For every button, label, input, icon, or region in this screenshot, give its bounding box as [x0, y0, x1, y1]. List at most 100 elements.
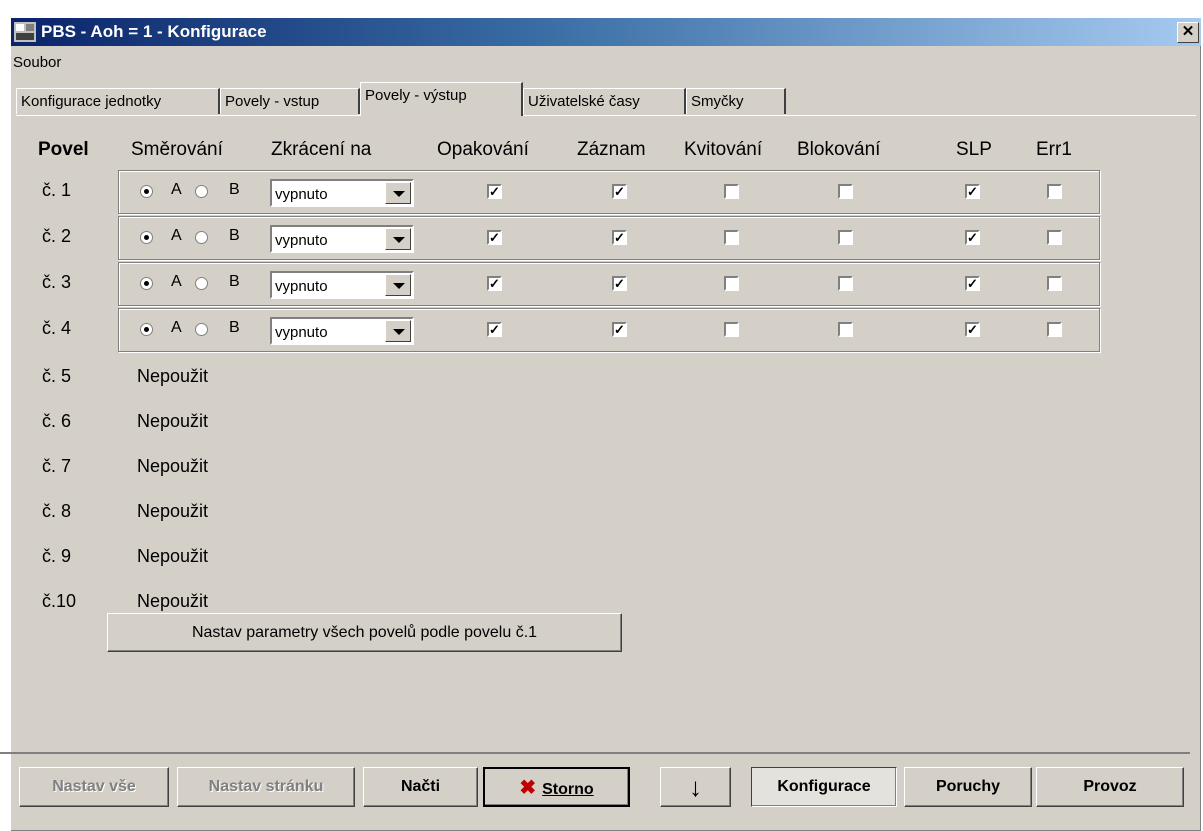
opakovani-checkbox[interactable]: ✓: [487, 184, 502, 199]
slp-checkbox[interactable]: ✓: [965, 230, 980, 245]
header-err1: Err1: [1036, 139, 1072, 160]
header-smerovani: Směrování: [131, 139, 223, 160]
operation-button[interactable]: Provoz: [1036, 767, 1184, 807]
routing-b-label: B: [229, 319, 240, 336]
menu-soubor[interactable]: Soubor: [13, 54, 61, 71]
command-row: A Bvypnuto ✓ ✓ ✓: [118, 170, 1100, 214]
unused-status: Nepoužit: [137, 411, 209, 431]
routing-b-label: B: [229, 227, 240, 244]
kvitovani-checkbox[interactable]: [724, 322, 739, 337]
shorten-select[interactable]: vypnuto: [270, 225, 414, 253]
zaznam-checkbox[interactable]: ✓: [612, 230, 627, 245]
unused-status: Nepoužit: [137, 546, 209, 566]
down-arrow-button[interactable]: ↓: [660, 767, 731, 807]
title-bar[interactable]: PBS - Aoh = 1 - Konfigurace ✕: [11, 18, 1201, 46]
zaznam-checkbox[interactable]: ✓: [612, 322, 627, 337]
dropdown-arrow-icon[interactable]: [385, 274, 411, 296]
routing-a-label: A: [171, 273, 182, 290]
shorten-select[interactable]: vypnuto: [270, 179, 414, 207]
zaznam-checkbox[interactable]: ✓: [612, 276, 627, 291]
set-all-button[interactable]: Nastav vše: [19, 767, 169, 807]
err1-checkbox[interactable]: [1047, 184, 1062, 199]
blokovani-checkbox[interactable]: [838, 184, 853, 199]
routing-b-radio[interactable]: [195, 185, 208, 198]
opakovani-checkbox[interactable]: ✓: [487, 230, 502, 245]
tab-smycky[interactable]: Smyčky: [686, 88, 786, 114]
routing-b-radio[interactable]: [195, 323, 208, 336]
routing-a-radio[interactable]: [140, 277, 153, 290]
bottom-toolbar: Nastav vše Nastav stránku Načti ✖ Storno …: [0, 752, 1190, 814]
err1-checkbox[interactable]: [1047, 230, 1062, 245]
tab-povely-vstup[interactable]: Povely - vstup: [220, 88, 360, 114]
row-label: č. 5: [42, 366, 72, 386]
unused-status: Nepoužit: [137, 501, 209, 521]
routing-b-radio[interactable]: [195, 277, 208, 290]
routing-a-label: A: [171, 319, 182, 336]
kvitovani-checkbox[interactable]: [724, 230, 739, 245]
window-title: PBS - Aoh = 1 - Konfigurace: [41, 22, 267, 41]
shorten-select[interactable]: vypnuto: [270, 317, 414, 345]
dropdown-arrow-icon[interactable]: [385, 228, 411, 250]
dropdown-arrow-icon[interactable]: [385, 182, 411, 204]
kvitovani-checkbox[interactable]: [724, 184, 739, 199]
configuration-button[interactable]: Konfigurace: [751, 767, 897, 807]
routing-a-radio[interactable]: [140, 323, 153, 336]
routing-b-label: B: [229, 181, 240, 198]
row-label: č. 6: [42, 411, 72, 431]
routing-a-radio[interactable]: [140, 231, 153, 244]
tab-uzivatelske-casy[interactable]: Uživatelské časy: [523, 88, 686, 114]
command-row: A Bvypnuto ✓ ✓ ✓: [118, 216, 1100, 260]
row-label: č. 9: [42, 546, 72, 566]
row-label: č. 3: [42, 272, 72, 292]
tab-konfigurace-jednotky[interactable]: Konfigurace jednotky: [16, 88, 220, 114]
header-zaznam: Záznam: [577, 139, 646, 160]
row-label: č. 7: [42, 456, 72, 476]
cancel-button[interactable]: ✖ Storno: [483, 767, 630, 807]
shorten-select-value: vypnuto: [275, 232, 328, 249]
slp-checkbox[interactable]: ✓: [965, 184, 980, 199]
header-kvitovani: Kvitování: [684, 139, 763, 160]
shorten-select-value: vypnuto: [275, 278, 328, 295]
tab-panel-border: [16, 115, 1196, 116]
opakovani-checkbox[interactable]: ✓: [487, 276, 502, 291]
row-label: č. 1: [42, 180, 72, 200]
header-slp: SLP: [956, 139, 992, 160]
cancel-label: Storno: [542, 781, 594, 798]
dropdown-arrow-icon[interactable]: [385, 320, 411, 342]
menu-bar: Soubor: [11, 48, 1201, 74]
routing-b-label: B: [229, 273, 240, 290]
slp-checkbox[interactable]: ✓: [965, 276, 980, 291]
down-arrow-icon: ↓: [689, 772, 702, 802]
faults-button[interactable]: Poruchy: [904, 767, 1032, 807]
unused-status: Nepoužit: [137, 456, 209, 476]
kvitovani-checkbox[interactable]: [724, 276, 739, 291]
header-opakovani: Opakování: [437, 139, 529, 160]
routing-a-label: A: [171, 181, 182, 198]
blokovani-checkbox[interactable]: [838, 322, 853, 337]
opakovani-checkbox[interactable]: ✓: [487, 322, 502, 337]
close-button[interactable]: ✕: [1177, 22, 1199, 43]
header-povel: Povel: [38, 139, 89, 160]
blokovani-checkbox[interactable]: [838, 230, 853, 245]
shorten-select-value: vypnuto: [275, 324, 328, 341]
shorten-select[interactable]: vypnuto: [270, 271, 414, 299]
row-label: č. 8: [42, 501, 72, 521]
routing-a-label: A: [171, 227, 182, 244]
err1-checkbox[interactable]: [1047, 276, 1062, 291]
set-page-button[interactable]: Nastav stránku: [177, 767, 355, 807]
routing-b-radio[interactable]: [195, 231, 208, 244]
err1-checkbox[interactable]: [1047, 322, 1062, 337]
unused-status: Nepoužit: [137, 591, 209, 611]
blokovani-checkbox[interactable]: [838, 276, 853, 291]
load-button[interactable]: Načti: [363, 767, 478, 807]
row-label: č.10: [42, 591, 77, 611]
routing-a-radio[interactable]: [140, 185, 153, 198]
command-row: A Bvypnuto ✓ ✓ ✓: [118, 308, 1100, 352]
set-all-by-command-1-button[interactable]: Nastav parametry všech povelů podle pove…: [107, 613, 622, 652]
header-blokovani: Blokování: [797, 139, 881, 160]
row-label: č. 4: [42, 318, 72, 338]
zaznam-checkbox[interactable]: ✓: [612, 184, 627, 199]
tab-povely-vystup[interactable]: Povely - výstup: [360, 82, 523, 116]
shorten-select-value: vypnuto: [275, 186, 328, 203]
slp-checkbox[interactable]: ✓: [965, 322, 980, 337]
